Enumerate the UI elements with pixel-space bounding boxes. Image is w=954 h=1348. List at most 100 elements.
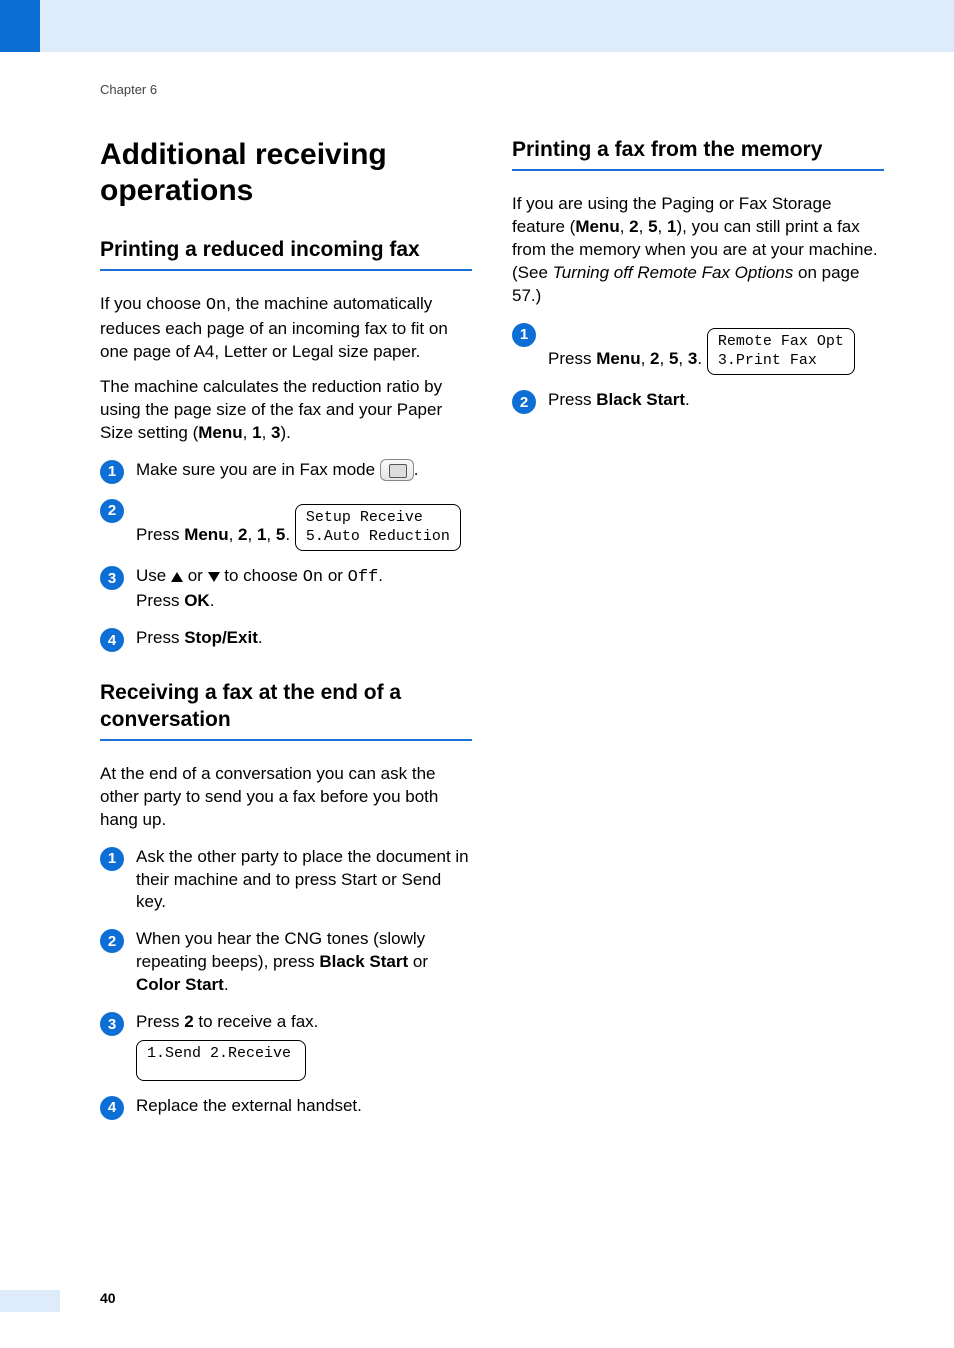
text: , <box>620 217 629 236</box>
text: Press <box>548 390 596 409</box>
code-on: On <box>303 568 323 587</box>
text: Press <box>136 628 184 647</box>
lcd-display: Setup Receive 5.Auto Reduction <box>295 504 461 552</box>
paragraph: If you choose On, the machine automatica… <box>100 293 472 364</box>
text: or <box>408 952 428 971</box>
text: . <box>224 975 229 994</box>
key-1: 1 <box>252 423 261 442</box>
left-margin <box>0 0 40 1348</box>
key-menu: Menu <box>596 349 640 368</box>
lcd-display: 1.Send 2.Receive <box>136 1040 306 1081</box>
step-4: 4 Press Stop/Exit. <box>100 627 472 652</box>
text: , <box>641 349 650 368</box>
key-menu: Menu <box>198 423 242 442</box>
step-1: 1 Make sure you are in Fax mode . <box>100 459 472 484</box>
text: Use <box>136 566 171 585</box>
step-1: 1 Ask the other party to place the docum… <box>100 846 472 915</box>
section-heading-end-conv: Receiving a fax at the end of a conversa… <box>100 680 472 741</box>
text: . <box>414 460 419 479</box>
key-3: 3 <box>271 423 280 442</box>
text: , <box>248 525 257 544</box>
key-2: 2 <box>184 1012 193 1031</box>
key-ok: OK <box>184 591 210 610</box>
step-number-icon: 1 <box>100 460 124 484</box>
step-2: 2 Press Black Start. <box>512 389 884 414</box>
lcd-line: Setup Receive <box>306 509 423 526</box>
lcd-display: Remote Fax Opt 3.Print Fax <box>707 328 855 376</box>
text: Make sure you are in Fax mode <box>136 460 380 479</box>
text: , <box>678 349 687 368</box>
text: or <box>323 566 348 585</box>
paragraph: The machine calculates the reduction rat… <box>100 376 472 445</box>
lcd-line: Remote Fax Opt <box>718 333 844 350</box>
key-black-start: Black Start <box>596 390 685 409</box>
key-5: 5 <box>276 525 285 544</box>
text: , <box>243 423 252 442</box>
step-2: 2 Press Menu, 2, 1, 5. Setup Receive 5.A… <box>100 498 472 552</box>
step-number-icon: 1 <box>512 323 536 347</box>
text: , <box>229 525 238 544</box>
key-2: 2 <box>650 349 659 368</box>
key-color-start: Color Start <box>136 975 224 994</box>
lcd-line: 5.Auto Reduction <box>306 528 450 545</box>
code-off: Off <box>348 568 379 587</box>
key-5: 5 <box>648 217 657 236</box>
key-2: 2 <box>629 217 638 236</box>
text: or <box>183 566 208 585</box>
text: Press <box>136 1012 184 1031</box>
text: If you choose <box>100 294 206 313</box>
text: . <box>378 566 383 585</box>
key-1: 1 <box>257 525 266 544</box>
step-1: 1 Press Menu, 2, 5, 3. Remote Fax Opt 3.… <box>512 322 884 376</box>
step-number-icon: 2 <box>100 929 124 953</box>
fax-mode-icon <box>380 459 414 481</box>
header-band <box>0 0 954 52</box>
page-number: 40 <box>100 1290 116 1306</box>
key-2: 2 <box>238 525 247 544</box>
text: , <box>639 217 648 236</box>
page-title: Additional receiving operations <box>100 137 472 209</box>
text: . <box>285 525 290 544</box>
text: ). <box>281 423 291 442</box>
text: . <box>685 390 690 409</box>
key-5: 5 <box>669 349 678 368</box>
lcd-line: 1.Send 2.Receive <box>147 1045 291 1062</box>
text: . <box>258 628 263 647</box>
step-4: 4 Replace the external handset. <box>100 1095 472 1120</box>
text: Ask the other party to place the documen… <box>136 846 472 915</box>
step-number-icon: 4 <box>100 1096 124 1120</box>
step-2: 2 When you hear the CNG tones (slowly re… <box>100 928 472 997</box>
section-heading-reduced: Printing a reduced incoming fax <box>100 237 472 271</box>
text: Replace the external handset. <box>136 1095 472 1118</box>
step-number-icon: 3 <box>100 566 124 590</box>
text: to receive a fax. <box>194 1012 319 1031</box>
text: Press <box>136 525 184 544</box>
text: to choose <box>220 566 303 585</box>
step-number-icon: 3 <box>100 1012 124 1036</box>
section-heading-print-memory: Printing a fax from the memory <box>512 137 884 171</box>
up-arrow-icon <box>171 572 183 582</box>
text: . <box>697 349 702 368</box>
chapter-tab <box>0 0 40 52</box>
paragraph: If you are using the Paging or Fax Stora… <box>512 193 884 308</box>
key-black-start: Black Start <box>319 952 408 971</box>
text: , <box>660 349 669 368</box>
step-number-icon: 2 <box>512 390 536 414</box>
step-3: 3 Press 2 to receive a fax. 1.Send 2.Rec… <box>100 1011 472 1081</box>
text: Press <box>136 591 184 610</box>
lcd-line: 3.Print Fax <box>718 352 817 369</box>
step-number-icon: 1 <box>100 847 124 871</box>
chapter-label: Chapter 6 <box>100 82 884 97</box>
step-number-icon: 2 <box>100 499 124 523</box>
code-on: On <box>206 296 226 315</box>
paragraph: At the end of a conversation you can ask… <box>100 763 472 832</box>
step-3: 3 Use or to choose On or Off. Press OK. <box>100 565 472 613</box>
text: , <box>658 217 667 236</box>
key-stop-exit: Stop/Exit <box>184 628 258 647</box>
footer-tab <box>0 1290 60 1312</box>
text: , <box>266 525 275 544</box>
text: . <box>210 591 215 610</box>
key-3: 3 <box>688 349 697 368</box>
key-menu: Menu <box>184 525 228 544</box>
key-menu: Menu <box>575 217 619 236</box>
